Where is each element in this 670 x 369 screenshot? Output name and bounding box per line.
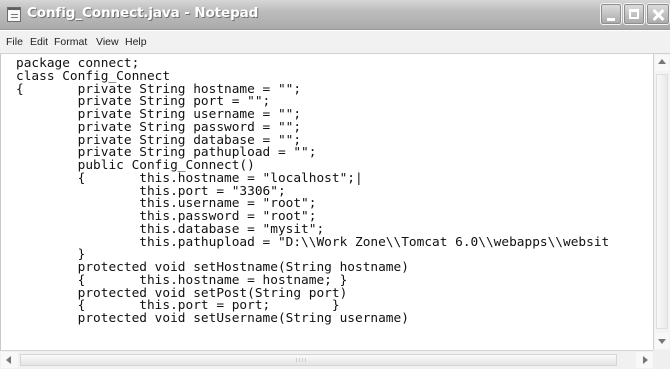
menu-file[interactable]: File [6,36,23,48]
close-icon[interactable] [646,3,670,25]
text-editor-area[interactable]: package connect; class Config_Connect { … [0,54,653,350]
window-title: Config_Connect.java - Notepad [27,5,259,21]
scroll-down-icon[interactable] [655,333,669,349]
scroll-left-icon[interactable] [1,352,18,368]
notepad-icon [7,7,21,22]
menu-bar: File Edit Format View Help [0,31,670,54]
minimize-icon[interactable] [600,3,622,25]
title-bar[interactable]: Config_Connect.java - Notepad [0,0,670,30]
menu-view[interactable]: View [96,36,119,48]
maximize-icon[interactable] [623,3,645,25]
scroll-right-icon[interactable] [636,352,653,368]
window-controls [598,3,670,27]
menu-help[interactable]: Help [125,36,147,48]
menu-format[interactable]: Format [54,36,87,48]
source-code-text[interactable]: package connect; class Config_Connect { … [16,57,609,326]
menu-edit[interactable]: Edit [30,36,48,48]
resize-grip[interactable] [653,350,670,369]
horizontal-scrollbar[interactable] [0,350,670,369]
vertical-scrollbar[interactable] [653,54,670,350]
vertical-scroll-thumb[interactable] [656,74,668,329]
horizontal-scroll-thumb[interactable] [20,354,617,366]
scroll-up-icon[interactable] [655,55,669,71]
notepad-window: Config_Connect.java - Notepad File Edit … [0,0,670,369]
